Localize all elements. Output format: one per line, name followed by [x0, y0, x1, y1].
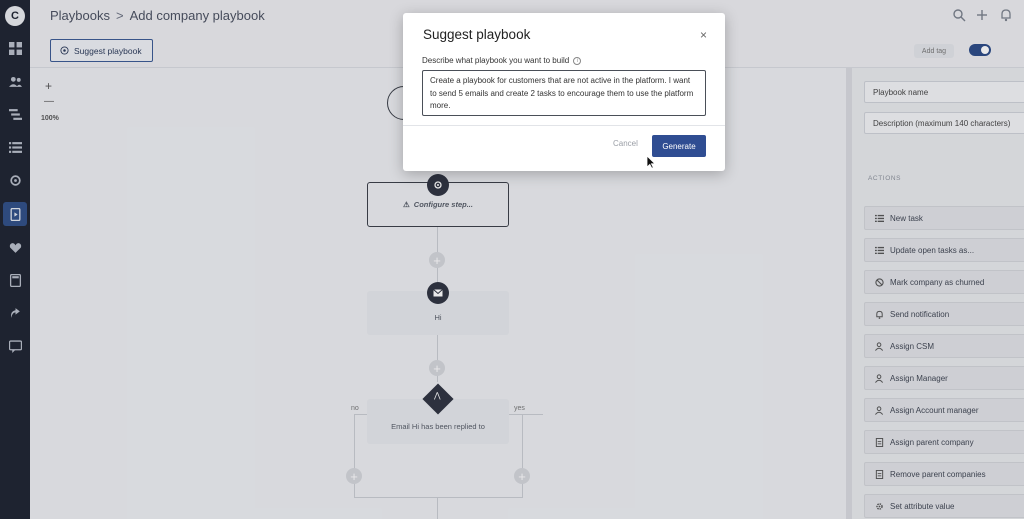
description-label: Describe what playbook you want to build… — [422, 56, 582, 65]
dialog-divider — [403, 125, 725, 126]
generate-button[interactable]: Generate — [652, 135, 706, 157]
close-icon[interactable]: × — [700, 28, 707, 42]
dialog-title: Suggest playbook — [423, 27, 531, 42]
cancel-button[interactable]: Cancel — [613, 139, 638, 148]
info-icon[interactable]: i — [573, 56, 582, 65]
mouse-cursor-icon — [646, 155, 656, 169]
suggest-playbook-dialog: Suggest playbook × Describe what playboo… — [403, 13, 725, 171]
description-label-text: Describe what playbook you want to build — [422, 56, 570, 65]
playbook-description-textarea[interactable]: Create a playbook for customers that are… — [422, 70, 706, 116]
